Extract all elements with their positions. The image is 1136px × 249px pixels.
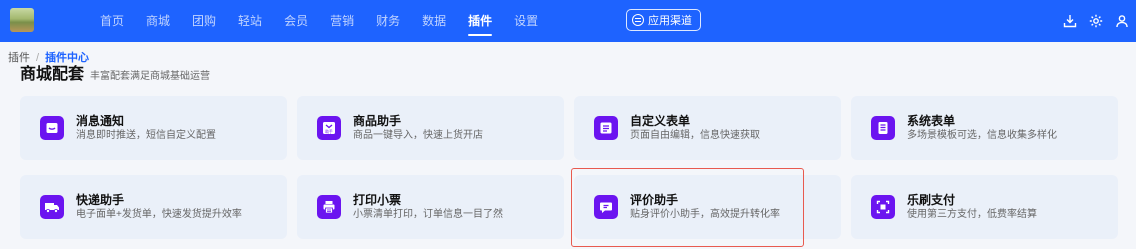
card-desc: 消息即时推送，短信自定义配置 (76, 130, 216, 141)
card-name: 自定义表单 (630, 114, 691, 128)
section-header: 商城配套 丰富配套满足商城基础运营 (20, 60, 210, 84)
product-assistant-icon: 助手 (317, 116, 341, 140)
section-subtitle: 丰富配套满足商城基础运营 (90, 71, 211, 82)
plugin-card-review-assistant[interactable]: 评价助手 贴身评价小助手，高效提升转化率 (574, 175, 841, 239)
card-desc: 多场景模板可选，信息收集多样化 (907, 130, 1057, 141)
card-name: 打印小票 (353, 193, 402, 207)
card-desc: 电子面单+发货单，快速发货提升效率 (76, 209, 242, 220)
card-name: 乐刷支付 (907, 193, 956, 207)
card-name: 系统表单 (907, 114, 956, 128)
card-desc: 页面自由编辑，信息快速获取 (630, 130, 760, 141)
plugin-card-leshua-pay[interactable]: 乐刷支付 使用第三方支付，低费率结算 (851, 175, 1118, 239)
nav-data[interactable]: 数据 (422, 0, 446, 42)
plugin-card-express[interactable]: 快递助手 电子面单+发货单，快速发货提升效率 (20, 175, 287, 239)
top-tools (1052, 0, 1130, 42)
printer-icon (317, 195, 341, 219)
nav-home[interactable]: 首页 (100, 0, 124, 42)
card-name: 快递助手 (76, 193, 125, 207)
nav-lite-site[interactable]: 轻站 (238, 0, 262, 42)
system-form-icon (871, 116, 895, 140)
card-name: 评价助手 (630, 193, 679, 207)
download-icon[interactable] (1062, 13, 1078, 29)
nav-finance[interactable]: 财务 (376, 0, 400, 42)
card-name: 消息通知 (76, 114, 125, 128)
channel-icon (632, 14, 644, 26)
nav-settings[interactable]: 设置 (514, 0, 538, 42)
plugin-card-product-assistant[interactable]: 助手 商品助手 商品一键导入，快速上货开店 (297, 96, 564, 160)
plugin-card-message[interactable]: 消息通知 消息即时推送，短信自定义配置 (20, 96, 287, 160)
nav-member[interactable]: 会员 (284, 0, 308, 42)
gear-icon[interactable] (1088, 13, 1104, 29)
product-assistant-icon-text: 助手 (325, 129, 333, 134)
plugin-card-print-receipt[interactable]: 打印小票 小票清单打印，订单信息一目了然 (297, 175, 564, 239)
scan-pay-icon (871, 195, 895, 219)
card-name: 商品助手 (353, 114, 402, 128)
plugin-card-custom-form[interactable]: 自定义表单 页面自由编辑，信息快速获取 (574, 96, 841, 160)
main-nav: 首页 商城 团购 轻站 会员 营销 财务 数据 插件 设置 (100, 0, 538, 42)
nav-plugins[interactable]: 插件 (468, 0, 493, 42)
nav-marketing[interactable]: 营销 (330, 0, 354, 42)
card-desc: 使用第三方支付，低费率结算 (907, 209, 1037, 220)
card-desc: 商品一键导入，快速上货开店 (353, 130, 483, 141)
app-logo[interactable] (10, 8, 34, 32)
truck-icon (40, 195, 64, 219)
section-title: 商城配套 (20, 66, 85, 83)
nav-groupbuy[interactable]: 团购 (192, 0, 216, 42)
card-desc: 小票清单打印，订单信息一目了然 (353, 209, 503, 220)
top-nav-bar: 首页 商城 团购 轻站 会员 营销 财务 数据 插件 设置 应用渠道 (0, 0, 1136, 42)
nav-mall[interactable]: 商城 (146, 0, 170, 42)
message-icon (40, 116, 64, 140)
review-icon (594, 195, 618, 219)
plugin-card-system-form[interactable]: 系统表单 多场景模板可选，信息收集多样化 (851, 96, 1118, 160)
card-desc: 贴身评价小助手，高效提升转化率 (630, 209, 780, 220)
app-channel-label: 应用渠道 (648, 15, 692, 27)
form-icon (594, 116, 618, 140)
user-icon[interactable] (1114, 13, 1130, 29)
app-channel-button[interactable]: 应用渠道 (626, 9, 701, 31)
